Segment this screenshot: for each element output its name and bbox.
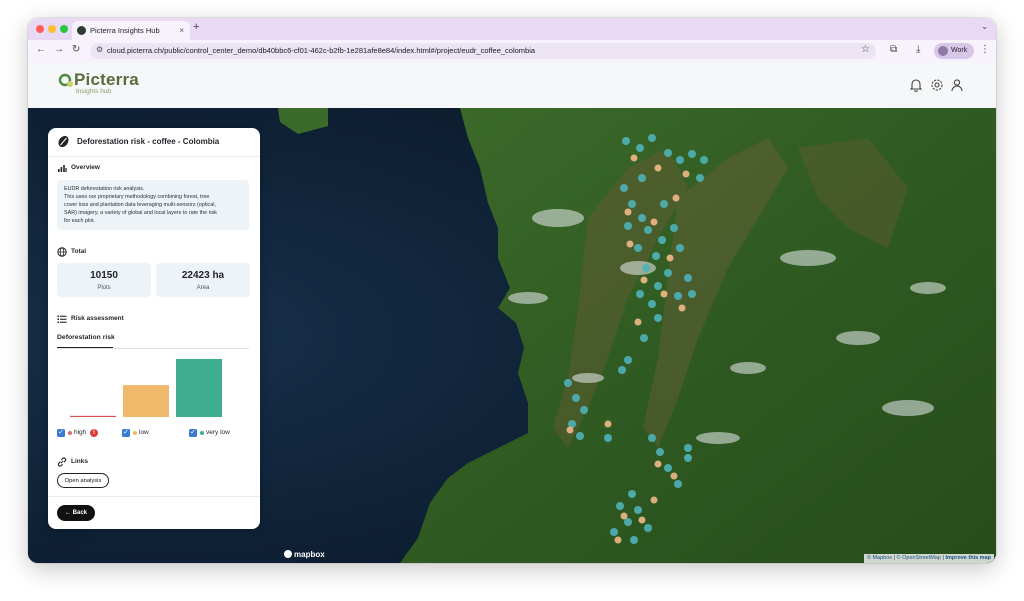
legend-dot-very-low [200, 431, 204, 435]
bar-chart-icon [58, 165, 67, 172]
warning-icon: ! [90, 428, 98, 437]
forward-arrow-icon[interactable]: → [54, 44, 64, 55]
bar-low[interactable] [123, 385, 169, 417]
tab-deforestation-risk[interactable]: Deforestation risk [57, 334, 115, 341]
bell-icon[interactable] [909, 78, 923, 92]
panel-divider [48, 496, 260, 497]
logo-subtext: Insights hub [76, 88, 112, 95]
browser-menu-icon[interactable]: ⋮ [980, 44, 990, 55]
area-stat: 22423 ha Area [156, 263, 250, 297]
back-button[interactable]: ← Back [57, 505, 95, 521]
back-arrow-small-icon: ← [64, 510, 71, 516]
map-attribution: © Mapbox | © OpenStreetMap | Improve thi… [863, 554, 994, 563]
area-value: 22423 ha [181, 270, 225, 281]
improve-map-link[interactable]: Improve this map [945, 555, 991, 561]
favicon-icon [77, 26, 86, 35]
reload-icon[interactable]: ↻ [72, 44, 80, 55]
tab-search-icon[interactable]: ⌄ [981, 22, 988, 31]
legend-label-high: high [74, 429, 87, 436]
browser-tab[interactable]: Picterra Insights Hub × [72, 21, 190, 40]
tab-divider [57, 348, 249, 349]
plots-value: 10150 [90, 270, 118, 281]
bar-very-low[interactable] [176, 359, 222, 417]
minimize-window-button[interactable] [48, 25, 56, 33]
profile-label: Work [951, 47, 968, 54]
project-panel: Deforestation risk - coffee - Colombia O… [48, 128, 260, 529]
plots-label: Plots [97, 285, 111, 291]
address-bar[interactable]: ⚙ cloud.picterra.ch/public/control_cente… [90, 43, 876, 59]
logo-wordmark: Picterra [74, 70, 139, 89]
tab-close-icon[interactable]: × [179, 21, 184, 40]
mapbox-logo-text: mapbox [294, 550, 325, 559]
app-header: Picterra Insights hub [28, 62, 996, 109]
download-icon[interactable]: ⤓ [916, 44, 920, 55]
back-arrow-icon[interactable]: ← [36, 44, 46, 55]
back-button-label: Back [72, 510, 87, 516]
overview-description: EUDR deforestation risk analysis. This u… [57, 180, 249, 230]
checkbox-low[interactable]: ✓ [122, 429, 130, 437]
mapbox-attribution-link[interactable]: © Mapbox [867, 555, 892, 561]
risk-bar-chart [70, 359, 222, 417]
browser-window: Picterra Insights Hub × + ⌄ ← → ↻ ⚙ clou… [28, 18, 996, 563]
area-label: Area [196, 285, 210, 291]
list-icon [57, 315, 67, 323]
link-icon [57, 457, 67, 467]
panel-header: Deforestation risk - coffee - Colombia [48, 128, 260, 157]
coffee-bean-icon [58, 135, 69, 148]
legend-label-very-low: very low [206, 429, 230, 436]
profile-button[interactable]: Work [934, 43, 974, 59]
browser-toolbar: ← → ↻ ⚙ cloud.picterra.ch/public/control… [28, 40, 996, 63]
site-settings-icon[interactable]: ⚙ [96, 45, 103, 54]
profile-avatar-icon [938, 46, 948, 56]
gear-icon[interactable] [930, 78, 944, 92]
legend-dot-low [133, 431, 137, 435]
osm-attribution-link[interactable]: © OpenStreetMap [897, 555, 941, 561]
checkbox-very-low[interactable]: ✓ [189, 429, 197, 437]
user-icon[interactable] [950, 78, 964, 92]
mapbox-logo[interactable]: mapbox [284, 550, 325, 559]
open-analysis-button[interactable]: Open analysis [57, 473, 109, 488]
maximize-window-button[interactable] [60, 25, 68, 33]
plots-stat: 10150 Plots [57, 263, 151, 297]
globe-icon [57, 247, 67, 257]
close-window-button[interactable] [36, 25, 44, 33]
legend-label-low: low [139, 429, 149, 436]
mapbox-logo-icon [284, 550, 292, 558]
url-text[interactable]: cloud.picterra.ch/public/control_center_… [107, 43, 535, 59]
new-tab-button[interactable]: + [193, 21, 199, 33]
bookmark-star-icon[interactable]: ☆ [861, 44, 870, 55]
checkbox-high[interactable]: ✓ [57, 429, 65, 437]
tab-title: Picterra Insights Hub [90, 26, 160, 35]
panel-title: Deforestation risk - coffee - Colombia [77, 137, 220, 146]
tab-strip: Picterra Insights Hub × + ⌄ [28, 18, 996, 40]
extensions-icon[interactable]: ⧉ [890, 44, 897, 55]
legend-dot-high [68, 431, 72, 435]
bar-high[interactable] [70, 415, 116, 417]
